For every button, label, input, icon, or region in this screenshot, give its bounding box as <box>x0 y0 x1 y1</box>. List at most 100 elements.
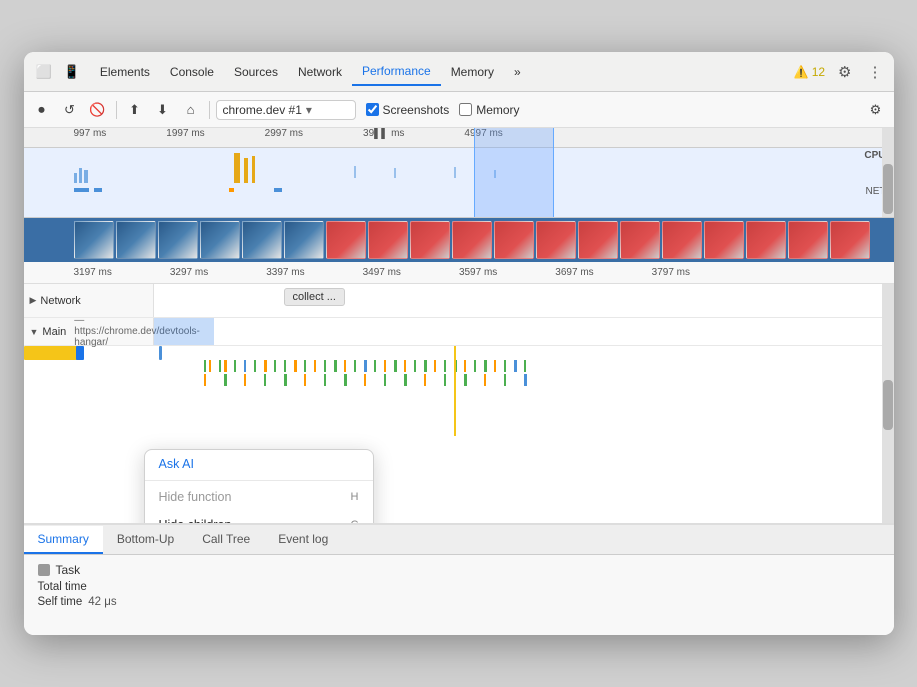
filmstrip-frame-red <box>620 221 660 259</box>
tab-memory[interactable]: Memory <box>441 59 504 85</box>
network-track-label: ▶ Network <box>24 284 154 317</box>
divider-2 <box>209 101 210 119</box>
memory-label: Memory <box>476 103 519 117</box>
ask-ai-label: Ask AI <box>159 457 194 471</box>
filmstrip-frame-red <box>704 221 744 259</box>
tab-bar-left-controls: ⬜ 📱 <box>32 62 84 82</box>
main-track-label: ▼ Main — https://chrome.dev/devtools-han… <box>24 318 154 345</box>
filmstrip-frame-red <box>326 221 366 259</box>
task-row: Task <box>38 563 880 577</box>
lower-ruler-mark-3: 3397 ms <box>266 267 362 278</box>
tab-bottom-up[interactable]: Bottom-Up <box>103 526 188 554</box>
filmstrip-frame-red <box>830 221 870 259</box>
record-button[interactable]: ⏺ <box>30 98 54 122</box>
upload-icon: ⬆ <box>129 102 140 118</box>
checkbox-group: Screenshots Memory <box>366 103 520 117</box>
main-label: Main <box>42 326 66 338</box>
context-menu-hide-children[interactable]: Hide children C <box>145 511 373 524</box>
hide-children-label: Hide children <box>159 518 232 524</box>
timeline-ruler: 997 ms 1997 ms 2997 ms 39▌▌ ms 4997 ms <box>24 128 894 148</box>
filmstrip-frame-red <box>494 221 534 259</box>
timeline-area[interactable]: 997 ms 1997 ms 2997 ms 39▌▌ ms 4997 ms <box>24 128 894 218</box>
network-track-content: collect ... <box>154 284 894 317</box>
tracks-scrollbar[interactable] <box>882 284 894 523</box>
filmstrip-frame <box>284 221 324 259</box>
cpu-graph <box>74 148 870 183</box>
download-button[interactable]: ⬇ <box>151 98 175 122</box>
screenshots-label: Screenshots <box>383 103 450 117</box>
profile-name: chrome.dev #1 <box>223 103 302 117</box>
bottom-panel: Summary Bottom-Up Call Tree Event log Ta… <box>24 524 894 635</box>
home-icon: ⌂ <box>187 102 195 117</box>
warning-count: 12 <box>812 65 825 79</box>
memory-checkbox[interactable]: Memory <box>459 103 519 117</box>
lower-ruler-mark-5: 3597 ms <box>459 267 555 278</box>
filmstrip-frame-red <box>578 221 618 259</box>
context-menu-ask-ai[interactable]: Ask AI <box>145 450 373 478</box>
reload-button[interactable]: ↺ <box>58 98 82 122</box>
home-button[interactable]: ⌂ <box>179 98 203 122</box>
record-icon: ⏺ <box>38 102 45 118</box>
separator-1 <box>145 480 373 481</box>
filmstrip-frame-red <box>452 221 492 259</box>
warning-badge[interactable]: ⚠️ 12 <box>794 65 825 79</box>
dock-icon[interactable]: ⬜ <box>32 62 56 82</box>
tab-call-tree[interactable]: Call Tree <box>188 526 264 554</box>
upload-button[interactable]: ⬆ <box>123 98 147 122</box>
tracks-area: ▶ Network collect ... ▼ Main — https://c… <box>24 284 894 524</box>
timeline-scrollbar-thumb[interactable] <box>883 164 893 214</box>
clear-icon: 🚫 <box>89 102 105 118</box>
reload-icon: ↺ <box>64 102 75 118</box>
main-track-row: ▼ Main — https://chrome.dev/devtools-han… <box>24 318 894 346</box>
ruler-mark-3: 2997 ms <box>265 128 363 139</box>
lower-ruler-mark-4: 3497 ms <box>363 267 459 278</box>
task-color <box>38 564 50 576</box>
total-time-label: Total time <box>38 581 87 593</box>
settings-icon[interactable]: ⚙ <box>835 61 854 83</box>
dropdown-arrow-icon: ▾ <box>306 103 312 117</box>
screenshots-checkbox[interactable]: Screenshots <box>366 103 450 117</box>
filmstrip-frame-red <box>746 221 786 259</box>
device-icon[interactable]: 📱 <box>60 62 84 82</box>
tab-bar-right: ⚠️ 12 ⚙ ⋮ <box>794 61 886 83</box>
tab-network[interactable]: Network <box>288 59 352 85</box>
self-time-value: 42 μs <box>88 596 116 608</box>
collapse-icon[interactable]: ▶ <box>30 295 37 306</box>
more-options-icon[interactable]: ⋮ <box>865 61 886 83</box>
task-label: Task <box>56 563 81 577</box>
total-time-row: Total time <box>38 581 880 593</box>
tab-elements[interactable]: Elements <box>90 59 160 85</box>
lower-ruler-mark-7: 3797 ms <box>652 267 748 278</box>
ruler-mark-2: 1997 ms <box>166 128 264 139</box>
filmstrip-frame-red <box>536 221 576 259</box>
hide-function-label: Hide function <box>159 490 232 504</box>
ruler-mark-1: 997 ms <box>74 128 167 139</box>
collect-button[interactable]: collect ... <box>284 288 345 306</box>
tab-summary[interactable]: Summary <box>24 526 103 554</box>
toolbar-settings-icon[interactable]: ⚙ <box>864 98 888 122</box>
tab-sources[interactable]: Sources <box>224 59 288 85</box>
tab-more[interactable]: » <box>504 59 531 85</box>
lower-ruler-mark-6: 3697 ms <box>555 267 651 278</box>
tab-event-log[interactable]: Event log <box>264 526 342 554</box>
profile-select[interactable]: chrome.dev #1 ▾ <box>216 100 356 120</box>
tracks-scrollbar-thumb[interactable] <box>883 380 893 430</box>
tab-bar: ⬜ 📱 Elements Console Sources Network Per… <box>24 52 894 92</box>
selection-region <box>474 128 554 217</box>
filmstrip-frame-red <box>662 221 702 259</box>
lower-ruler-mark-2: 3297 ms <box>170 267 266 278</box>
lower-ruler: 3197 ms 3297 ms 3397 ms 3497 ms 3597 ms … <box>24 262 894 284</box>
collapse-icon-main[interactable]: ▼ <box>30 327 39 337</box>
warning-icon: ⚠️ <box>794 65 809 79</box>
performance-toolbar: ⏺ ↺ 🚫 ⬆ ⬇ ⌂ chrome.dev #1 ▾ Screenshots <box>24 92 894 128</box>
ruler-mark-4: 39▌▌ ms <box>363 128 464 139</box>
context-menu: Ask AI Hide function H Hide children C H… <box>144 449 374 524</box>
clear-button[interactable]: 🚫 <box>86 98 110 122</box>
filmstrip-frame <box>242 221 282 259</box>
net-graph <box>74 183 870 203</box>
tab-console[interactable]: Console <box>160 59 224 85</box>
tab-performance[interactable]: Performance <box>352 58 441 86</box>
self-time-label: Self time <box>38 596 83 608</box>
toolbar-right: ⚙ <box>864 98 888 122</box>
timeline-scrollbar[interactable] <box>882 128 894 217</box>
